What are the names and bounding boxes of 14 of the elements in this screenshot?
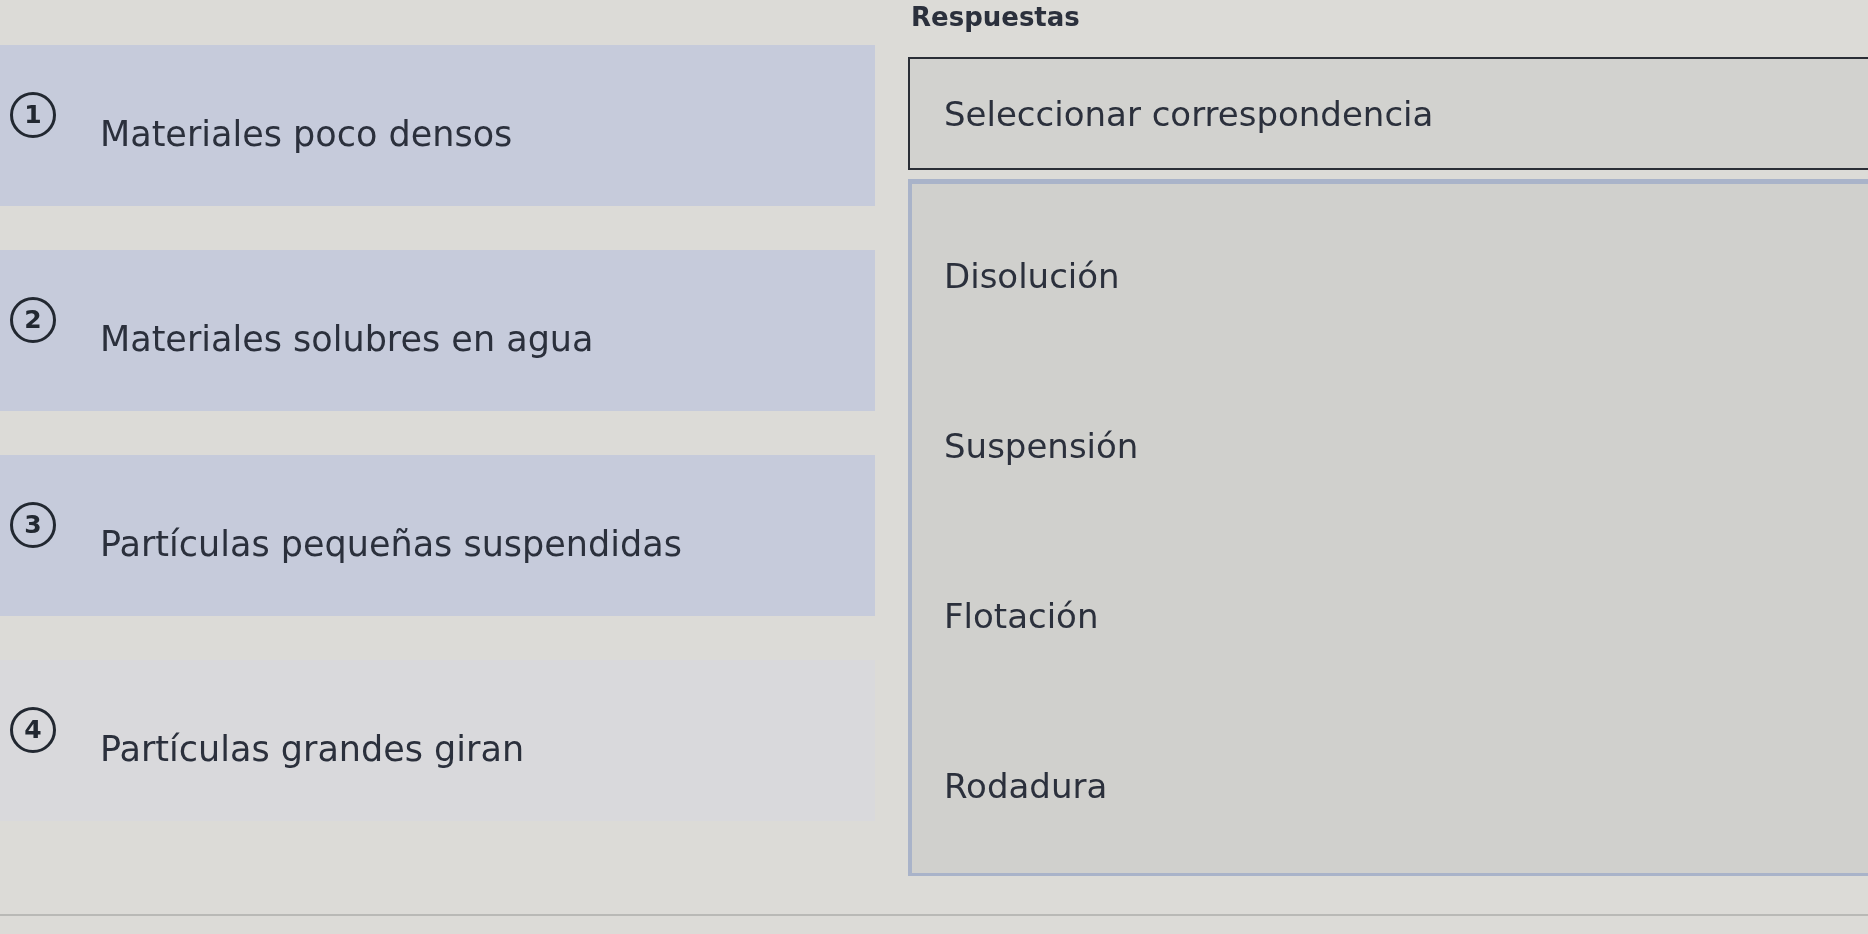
answers-heading: Respuestas: [911, 1, 1080, 34]
answer-option[interactable]: Disolución: [944, 254, 1120, 298]
question-number: 2: [10, 296, 56, 343]
match-dropdown[interactable]: Seleccionar correspondencia: [908, 57, 1868, 170]
question-number: 1: [10, 91, 56, 138]
answer-option[interactable]: Suspensión: [944, 424, 1139, 468]
answer-option[interactable]: Rodadura: [944, 764, 1108, 808]
question-number: 4: [10, 706, 56, 753]
question-text: Materiales solubres en agua: [100, 317, 594, 361]
answer-option[interactable]: Flotación: [944, 594, 1099, 638]
question-number: 3: [10, 501, 56, 548]
question-text: Partículas pequeñas suspendidas: [100, 522, 682, 566]
question-text: Partículas grandes giran: [100, 727, 525, 771]
question-text: Materiales poco densos: [100, 112, 513, 156]
